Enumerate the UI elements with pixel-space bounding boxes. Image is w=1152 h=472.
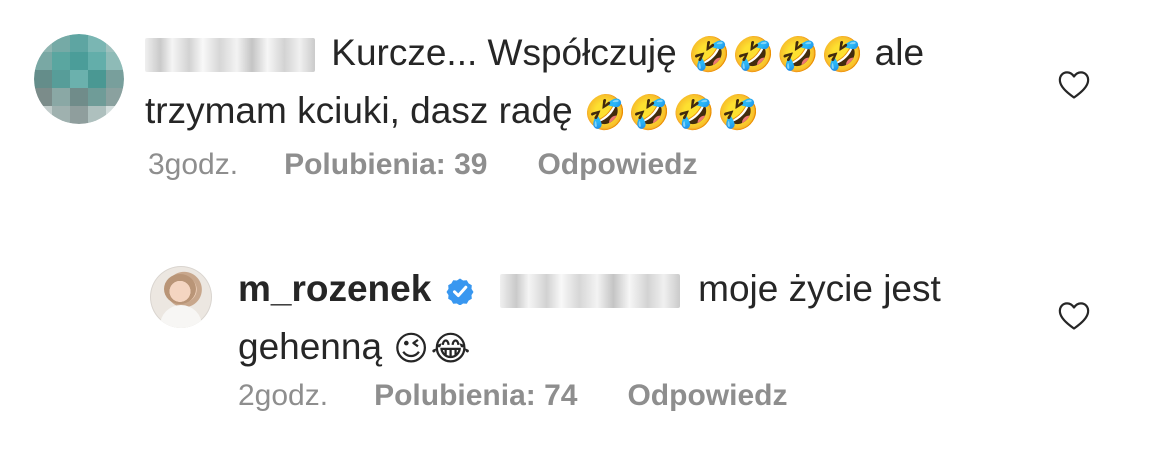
rolling-laughing-emoji-icon: 🤣	[716, 94, 760, 133]
reply-comment-text: m_rozenek moje życie jest gehenną 😉😂	[238, 260, 1028, 376]
rolling-laughing-emoji-icon: 🤣	[776, 36, 820, 75]
first-comment-meta: 3godz. Polubienia: 39 Odpowiedz	[148, 150, 697, 180]
pixelated-commenter-avatar[interactable]	[34, 34, 124, 124]
comment-text-start: Kurcze... Współczuję	[331, 32, 677, 73]
first-comment-text: Kurcze... Współczuję 🤣🤣🤣🤣 ale trzymam kc…	[145, 24, 1035, 140]
reply-button[interactable]: Odpowiedz	[537, 150, 697, 180]
rolling-laughing-emoji-icon: 🤣	[821, 36, 864, 75]
reply-comment-meta: 2godz. Polubienia: 74 Odpowiedz	[238, 381, 787, 411]
rolling-laughing-emoji-icon: 🤣	[628, 94, 671, 133]
rolling-laughing-emoji-icon: 🤣	[688, 36, 731, 75]
rolling-laughing-emoji-icon: 🤣	[583, 94, 627, 133]
reply-comment-text-second-line: gehenną	[238, 326, 383, 367]
m-rozenek-avatar[interactable]	[150, 266, 212, 328]
comment-likes[interactable]: Polubienia: 74	[374, 381, 577, 411]
comment-text-end: ale	[874, 32, 925, 73]
reply-comment-text-start: moje życie jest	[698, 268, 941, 309]
rolling-laughing-emoji-icon: 🤣	[672, 94, 715, 133]
comment-text-second-line: trzymam kciuki, dasz radę	[145, 90, 573, 131]
blurred-mentioned-user[interactable]	[499, 274, 680, 309]
pixelated-avatar-image	[34, 34, 124, 124]
tears-of-joy-emoji-icon: 😂	[430, 330, 471, 369]
comment-time[interactable]: 2godz.	[238, 381, 328, 411]
blurred-username[interactable]	[145, 38, 315, 73]
heart-outline-icon[interactable]	[1057, 70, 1091, 100]
heart-outline-icon[interactable]	[1057, 301, 1091, 331]
comment-username[interactable]: m_rozenek	[238, 268, 431, 309]
verified-badge-icon	[446, 278, 474, 306]
reply-button[interactable]: Odpowiedz	[627, 381, 787, 411]
comment-time[interactable]: 3godz.	[148, 150, 238, 180]
winking-face-emoji-icon: 😉	[393, 330, 429, 369]
rolling-laughing-emoji-icon: 🤣	[732, 36, 775, 75]
comment-likes[interactable]: Polubienia: 39	[284, 150, 487, 180]
